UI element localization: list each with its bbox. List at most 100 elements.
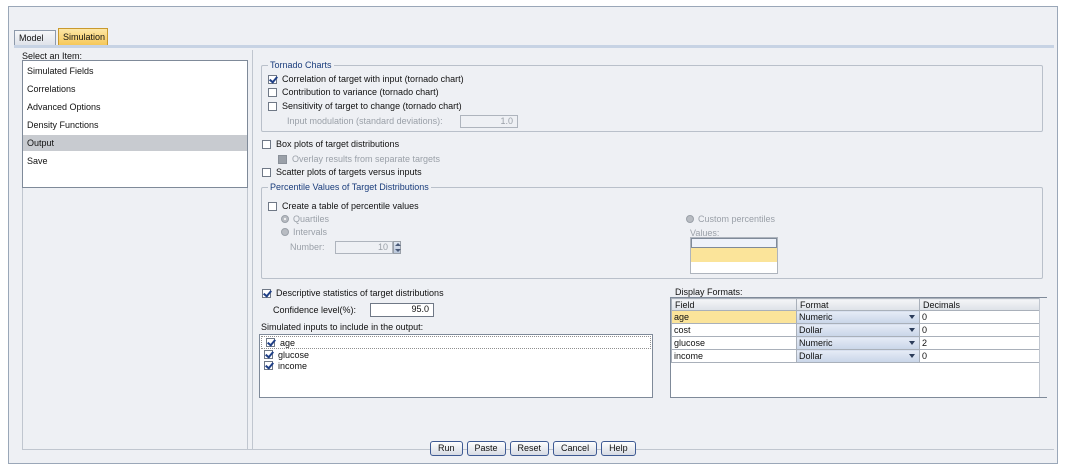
- list-item[interactable]: glucose: [260, 349, 652, 360]
- sensitivity-label: Sensitivity of target to change (tornado…: [282, 101, 462, 111]
- format-dropdown[interactable]: Numeric: [796, 310, 920, 324]
- left-pane-border: [22, 188, 248, 450]
- dropdown-arrow-icon[interactable]: [909, 341, 915, 345]
- reset-button[interactable]: Reset: [509, 441, 550, 456]
- dropdown-arrow-icon[interactable]: [909, 354, 915, 358]
- contribution-option[interactable]: Contribution to variance (tornado chart): [268, 87, 439, 97]
- column-header-field[interactable]: Field: [671, 298, 797, 311]
- modulation-label: Input modulation (standard deviations):: [287, 116, 443, 126]
- contribution-checkbox[interactable]: [268, 87, 277, 97]
- scatter-option[interactable]: Scatter plots of targets versus inputs: [262, 167, 422, 177]
- list-item[interactable]: income: [260, 360, 652, 371]
- table-row: cost Dollar 0: [671, 323, 1041, 337]
- confidence-input[interactable]: 95.0: [370, 303, 434, 317]
- format-value: Dollar: [799, 325, 823, 335]
- boxplots-label: Box plots of target distributions: [276, 139, 400, 149]
- input-glucose-label: glucose: [278, 349, 310, 360]
- contribution-label: Contribution to variance (tornado chart): [282, 87, 439, 97]
- tornado-charts-legend: Tornado Charts: [268, 60, 334, 70]
- help-button[interactable]: Help: [601, 441, 636, 456]
- custom-percentiles-label: Custom percentiles: [698, 214, 776, 224]
- percentile-values-row[interactable]: [691, 238, 777, 248]
- field-cell[interactable]: age: [671, 310, 797, 324]
- percentile-values-row[interactable]: [691, 248, 777, 262]
- button-bar: Run Paste Reset Cancel Help: [430, 441, 636, 456]
- tab-model[interactable]: Model: [14, 30, 56, 45]
- input-age-checkbox[interactable]: [266, 338, 275, 347]
- quartiles-radio[interactable]: [281, 215, 289, 223]
- format-dropdown[interactable]: Numeric: [796, 336, 920, 350]
- number-label: Number:: [290, 242, 325, 252]
- format-dropdown[interactable]: Dollar: [796, 349, 920, 363]
- input-glucose-checkbox[interactable]: [264, 350, 273, 359]
- scatter-label: Scatter plots of targets versus inputs: [276, 167, 422, 177]
- decimals-cell[interactable]: 0: [919, 323, 1041, 337]
- quartiles-option[interactable]: Quartiles: [281, 214, 329, 224]
- decimals-cell[interactable]: 0: [919, 349, 1041, 363]
- intervals-radio[interactable]: [281, 228, 289, 236]
- cancel-button[interactable]: Cancel: [553, 441, 598, 456]
- display-formats-table: Field Format Decimals age Numeric 0 cost…: [671, 298, 1041, 363]
- display-formats-label: Display Formats:: [675, 287, 743, 297]
- tab-simulation[interactable]: Simulation: [58, 28, 108, 45]
- intervals-label: Intervals: [293, 227, 328, 237]
- number-input[interactable]: 10: [335, 241, 393, 254]
- scatter-checkbox[interactable]: [262, 167, 271, 177]
- overlay-checkbox[interactable]: [278, 154, 287, 164]
- percentile-legend: Percentile Values of Target Distribution…: [268, 182, 431, 192]
- create-table-option[interactable]: Create a table of percentile values: [268, 201, 419, 211]
- table-row: income Dollar 0: [671, 349, 1041, 363]
- column-header-format[interactable]: Format: [796, 298, 920, 311]
- format-value: Numeric: [799, 312, 833, 322]
- table-row: age Numeric 0: [671, 310, 1041, 324]
- correlation-checkbox[interactable]: [268, 74, 277, 84]
- field-cell[interactable]: income: [671, 349, 797, 363]
- table-row: glucose Numeric 2: [671, 336, 1041, 350]
- custom-percentiles-radio[interactable]: [686, 215, 694, 223]
- list-item[interactable]: age: [261, 336, 651, 349]
- list-item-advanced-options[interactable]: Advanced Options: [23, 99, 247, 115]
- confidence-label: Confidence level(%):: [273, 305, 357, 315]
- table-scrollbar[interactable]: [1039, 298, 1047, 397]
- list-item-output[interactable]: Output: [23, 135, 247, 151]
- intervals-option[interactable]: Intervals: [281, 227, 327, 237]
- correlation-option[interactable]: Correlation of target with input (tornad…: [268, 74, 464, 84]
- dropdown-arrow-icon[interactable]: [909, 315, 915, 319]
- create-table-checkbox[interactable]: [268, 201, 277, 211]
- overlay-option[interactable]: Overlay results from separate targets: [278, 154, 440, 164]
- number-spinner[interactable]: [393, 241, 401, 254]
- run-button[interactable]: Run: [430, 441, 463, 456]
- custom-percentiles-option[interactable]: Custom percentiles: [686, 214, 775, 224]
- boxplots-checkbox[interactable]: [262, 139, 271, 149]
- field-cell[interactable]: cost: [671, 323, 797, 337]
- decimals-cell[interactable]: 0: [919, 310, 1041, 324]
- quartiles-label: Quartiles: [293, 214, 330, 224]
- correlation-label: Correlation of target with input (tornad…: [282, 74, 464, 84]
- modulation-input[interactable]: 1.0: [460, 115, 518, 128]
- boxplots-option[interactable]: Box plots of target distributions: [262, 139, 399, 149]
- tab-band: [14, 45, 1054, 48]
- list-item-correlations[interactable]: Correlations: [23, 81, 247, 97]
- descriptive-option[interactable]: Descriptive statistics of target distrib…: [262, 288, 444, 298]
- column-header-decimals[interactable]: Decimals: [919, 298, 1041, 311]
- list-item-save[interactable]: Save: [23, 153, 247, 169]
- input-income-checkbox[interactable]: [264, 361, 273, 370]
- input-age-label: age: [280, 337, 296, 348]
- simulated-inputs-list: age glucose income: [259, 334, 653, 398]
- dropdown-arrow-icon[interactable]: [909, 328, 915, 332]
- decimals-cell[interactable]: 2: [919, 336, 1041, 350]
- format-value: Numeric: [799, 338, 833, 348]
- percentile-values-list[interactable]: [690, 237, 778, 274]
- sensitivity-option[interactable]: Sensitivity of target to change (tornado…: [268, 101, 462, 111]
- field-cell[interactable]: glucose: [671, 336, 797, 350]
- list-item-simulated-fields[interactable]: Simulated Fields: [23, 63, 247, 79]
- format-value: Dollar: [799, 351, 823, 361]
- paste-button[interactable]: Paste: [466, 441, 506, 456]
- format-dropdown[interactable]: Dollar: [796, 323, 920, 337]
- descriptive-checkbox[interactable]: [262, 288, 271, 298]
- item-list: Simulated Fields Correlations Advanced O…: [22, 60, 248, 188]
- sensitivity-checkbox[interactable]: [268, 101, 277, 111]
- simulated-inputs-label: Simulated inputs to include in the outpu…: [261, 322, 424, 332]
- list-item-density-functions[interactable]: Density Functions: [23, 117, 247, 133]
- descriptive-label: Descriptive statistics of target distrib…: [276, 288, 444, 298]
